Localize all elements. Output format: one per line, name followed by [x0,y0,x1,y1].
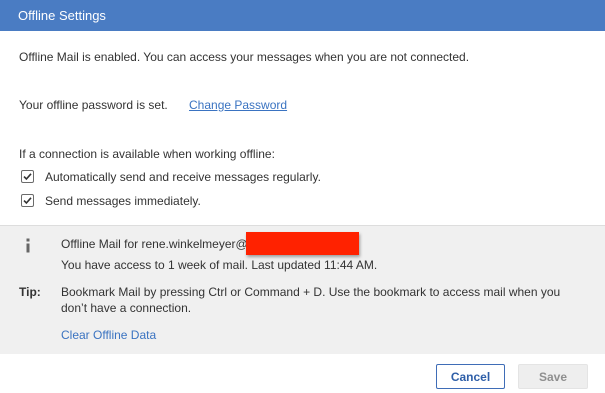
password-status-text: Your offline password is set. [19,98,168,112]
offline-enabled-text: Offline Mail is enabled. You can access … [19,50,470,64]
checkmark-icon [23,173,32,181]
auto-send-receive-label: Automatically send and receive messages … [45,170,321,184]
cancel-button[interactable]: Cancel [436,364,505,389]
redacted-email [246,232,359,255]
checkmark-icon [23,197,32,205]
tip-label: Tip: [19,285,41,299]
dialog-titlebar: Offline Settings [0,0,605,31]
change-password-link[interactable]: Change Password [189,98,287,112]
access-period-text: You have access to 1 week of mail. Last … [61,258,378,272]
save-button[interactable]: Save [518,364,588,389]
dialog-title: Offline Settings [18,8,106,23]
connection-heading: If a connection is available when workin… [19,147,275,161]
auto-send-receive-checkbox[interactable] [21,170,34,183]
send-immediately-checkbox[interactable] [21,194,34,207]
info-icon [26,238,30,253]
tip-text-line1: Bookmark Mail by pressing Ctrl or Comman… [61,285,561,299]
offline-account-label: Offline Mail for rene.winkelmeyer@ [61,237,248,251]
clear-offline-data-link[interactable]: Clear Offline Data [61,328,156,342]
send-immediately-label: Send messages immediately. [45,194,201,208]
tip-text-line2: don’t have a connection. [61,301,192,315]
